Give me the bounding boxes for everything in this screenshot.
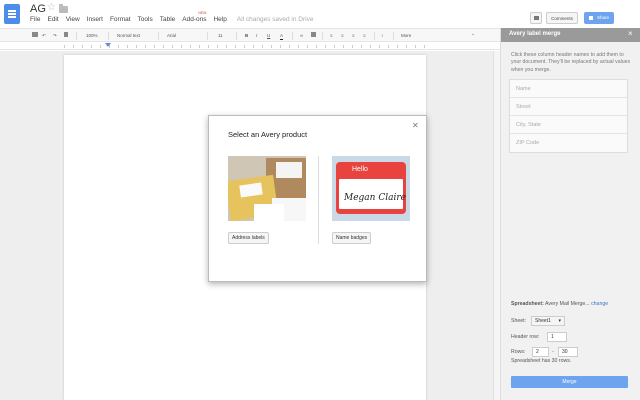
comments-button[interactable]: Comments xyxy=(546,12,578,24)
document-title[interactable]: AG xyxy=(30,3,46,15)
link-icon[interactable]: ∞ xyxy=(300,32,303,40)
chat-icon[interactable] xyxy=(530,12,542,24)
more-button[interactable]: More xyxy=(401,32,411,40)
address-labels-button[interactable]: Address labels xyxy=(228,232,269,244)
name-badges-image[interactable]: Hello Megan Claire xyxy=(332,156,410,221)
align-justify-icon[interactable]: ≡ xyxy=(363,32,366,40)
menu-add-ons-label: Add-ons xyxy=(182,16,207,23)
align-right-icon[interactable]: ≡ xyxy=(352,32,355,40)
address-labels-image[interactable] xyxy=(228,156,306,221)
menu-add-ons[interactable]: Add-ons NEW xyxy=(182,11,207,26)
change-spreadsheet-link[interactable]: change xyxy=(591,301,608,307)
save-status[interactable]: All changes saved in Drive xyxy=(237,16,314,26)
menu-insert[interactable]: Insert xyxy=(87,16,103,26)
menu-tools[interactable]: Tools xyxy=(138,16,153,26)
text-color-button[interactable]: A xyxy=(280,32,284,40)
redo-icon[interactable]: ↷ xyxy=(53,32,57,40)
menu-bar: File Edit View Insert Format Tools Table… xyxy=(30,11,314,26)
header-row-input[interactable]: 1 xyxy=(547,332,567,342)
spreadsheet-value: Avery Mail Merge... xyxy=(545,301,590,307)
rows-from-input[interactable]: 2 xyxy=(532,347,549,357)
star-icon[interactable]: ☆ xyxy=(47,2,56,13)
field-name[interactable]: Name xyxy=(510,80,627,98)
size-select[interactable]: 11 xyxy=(218,32,223,40)
document-scrollbar[interactable] xyxy=(493,51,500,400)
print-icon[interactable] xyxy=(32,32,38,40)
sidebar-title: Avery label merge xyxy=(509,31,561,37)
chevron-down-icon: ▾ xyxy=(558,318,561,324)
menu-file[interactable]: File xyxy=(30,16,40,26)
dialog-title: Select an Avery product xyxy=(228,130,308,139)
sheet-select-value: Sheet1 xyxy=(535,318,551,324)
italic-button[interactable]: I xyxy=(256,32,257,40)
ruler[interactable] xyxy=(0,42,500,50)
lock-icon xyxy=(589,16,593,20)
menu-view[interactable]: View xyxy=(66,16,80,26)
align-left-icon[interactable]: ≡ xyxy=(330,32,333,40)
folder-icon[interactable] xyxy=(59,4,68,13)
sidebar-close-icon[interactable]: × xyxy=(628,29,633,38)
menu-edit[interactable]: Edit xyxy=(47,16,58,26)
line-spacing-icon[interactable]: ↕ xyxy=(381,32,383,40)
rows-to-input[interactable]: 30 xyxy=(558,347,578,357)
bold-button[interactable]: B xyxy=(245,32,248,40)
merge-field-list: Name Street City, State ZIP Code xyxy=(509,79,628,153)
spreadsheet-row: Spreadsheet: Avery Mail Merge... change xyxy=(511,301,608,307)
menu-table[interactable]: Table xyxy=(160,16,176,26)
header-row-label: Header row: xyxy=(511,334,540,340)
menu-format[interactable]: Format xyxy=(110,16,131,26)
comment-icon[interactable] xyxy=(311,32,316,40)
field-zip-code[interactable]: ZIP Code xyxy=(510,134,627,152)
badge-name-text: Megan Claire xyxy=(343,193,406,203)
font-select[interactable]: Arial xyxy=(167,32,176,40)
badge-hello-text: Hello xyxy=(352,166,368,173)
sheet-label: Sheet: xyxy=(511,318,526,324)
collapse-menu-icon[interactable]: ⌃ xyxy=(471,32,475,40)
align-center-icon[interactable]: ≡ xyxy=(341,32,344,40)
product-divider xyxy=(318,156,319,244)
menu-help[interactable]: Help xyxy=(213,16,226,26)
rows-dash: - xyxy=(552,349,554,355)
zoom-select[interactable]: 100% xyxy=(86,32,98,40)
sheet-select[interactable]: Sheet1 ▾ xyxy=(531,316,565,326)
undo-icon[interactable]: ↶ xyxy=(42,32,46,40)
sidebar-header: Avery label merge × xyxy=(501,28,640,42)
new-badge: NEW xyxy=(198,11,207,15)
formatting-toolbar: ↶ ↷ 100% Normal text Arial 11 B I U A ∞ … xyxy=(0,28,500,42)
ruler-ticks xyxy=(64,45,426,48)
sidebar-instructions: Click these column header names to add t… xyxy=(511,52,631,73)
indent-marker[interactable] xyxy=(105,43,111,47)
underline-button[interactable]: U xyxy=(267,32,270,40)
rows-label: Rows: xyxy=(511,349,526,355)
field-city-state[interactable]: City, State xyxy=(510,116,627,134)
style-select[interactable]: Normal text xyxy=(117,32,140,40)
share-button[interactable]: Share xyxy=(584,12,614,24)
share-button-label: Share xyxy=(596,15,609,20)
merge-button[interactable]: Merge xyxy=(511,376,628,388)
name-badges-button[interactable]: Name badges xyxy=(332,232,372,244)
paint-format-icon[interactable] xyxy=(64,32,68,40)
field-street[interactable]: Street xyxy=(510,98,627,116)
docs-logo-icon[interactable] xyxy=(4,4,20,24)
avery-product-dialog: Select an Avery product ✕ Hello Megan Cl… xyxy=(208,115,427,282)
close-icon[interactable]: ✕ xyxy=(412,121,419,130)
spreadsheet-label: Spreadsheet: xyxy=(511,301,544,307)
avery-sidebar: Avery label merge × Click these column h… xyxy=(500,28,640,400)
rows-note: Spreadsheet has 30 rows. xyxy=(511,358,572,364)
app-header: AG ☆ File Edit View Insert Format Tools … xyxy=(0,0,640,28)
